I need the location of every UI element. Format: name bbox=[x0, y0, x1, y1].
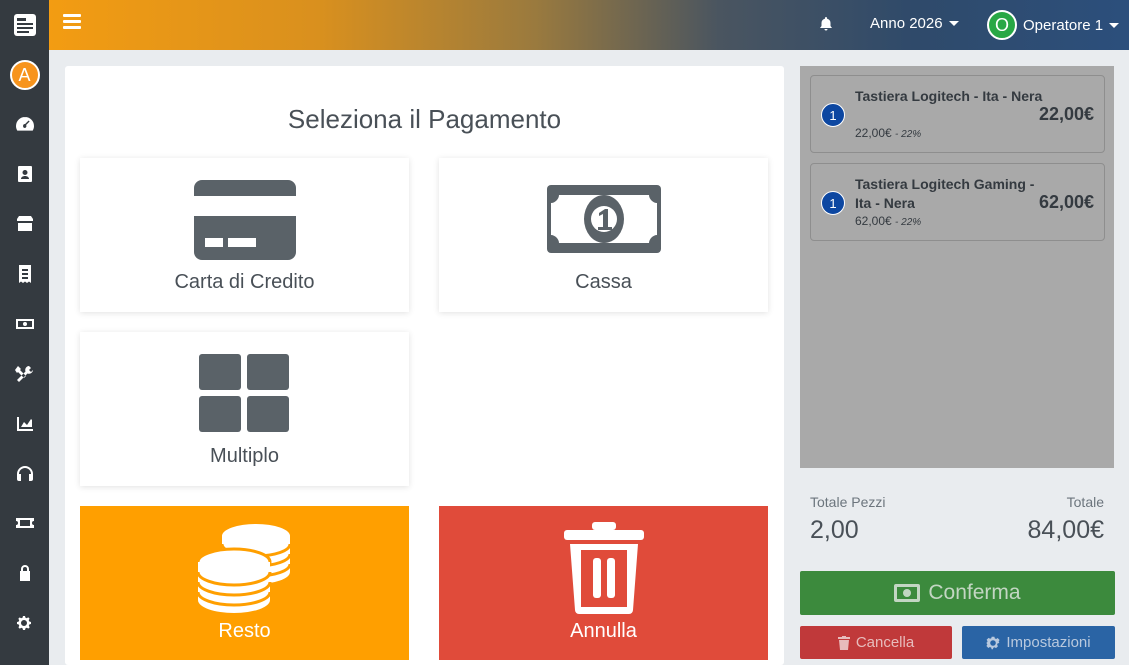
dashboard-icon[interactable] bbox=[0, 104, 49, 144]
item-vat: - 22% bbox=[895, 129, 922, 140]
payment-panel: Seleziona il Pagamento Carta di Credito … bbox=[65, 66, 784, 665]
item-name: Tastiera Logitech Gaming - Ita - Nera bbox=[855, 176, 1035, 211]
total-value: 84,00€ bbox=[1027, 516, 1104, 544]
user-avatar[interactable]: A bbox=[0, 55, 49, 95]
confirm-label: Conferma bbox=[928, 581, 1021, 604]
chart-icon[interactable] bbox=[0, 404, 49, 444]
item-total: 22,00€ bbox=[1038, 104, 1094, 124]
headset-icon[interactable] bbox=[0, 454, 49, 494]
trash-icon bbox=[837, 635, 850, 650]
store-icon[interactable] bbox=[0, 204, 49, 244]
total-label: Totale bbox=[1066, 494, 1104, 510]
money-icon[interactable] bbox=[0, 304, 49, 344]
year-label: Anno 2026 bbox=[870, 15, 943, 32]
sidebar: A bbox=[0, 0, 49, 665]
trash-icon bbox=[564, 522, 644, 614]
cancel-payment-label: Annulla bbox=[570, 620, 637, 642]
credit-card-icon bbox=[194, 180, 296, 260]
payment-cash[interactable]: Cassa bbox=[439, 158, 768, 312]
cancel-button[interactable]: Cancella bbox=[800, 626, 952, 659]
totals-panel: Totale Pezzi Totale 2,00 84,00€ bbox=[800, 484, 1114, 556]
payment-credit-card[interactable]: Carta di Credito bbox=[80, 158, 409, 312]
payment-label: Multiplo bbox=[210, 445, 279, 467]
gear-icon bbox=[986, 636, 1000, 649]
change-button[interactable]: Resto bbox=[80, 506, 409, 660]
total-pieces-value: 2,00 bbox=[810, 516, 859, 544]
year-dropdown[interactable]: Anno 2026 bbox=[870, 15, 959, 32]
item-total: 62,00€ bbox=[1038, 192, 1094, 212]
cart-item[interactable]: 1 Tastiera Logitech - Ita - Nera 22,00€ … bbox=[810, 75, 1105, 153]
payment-label: Cassa bbox=[575, 271, 632, 293]
total-pieces-label: Totale Pezzi bbox=[810, 494, 886, 510]
confirm-button[interactable]: Conferma bbox=[800, 571, 1115, 615]
chevron-down-icon bbox=[1109, 22, 1120, 28]
bell-icon[interactable] bbox=[818, 16, 836, 34]
receipt-icon[interactable] bbox=[0, 254, 49, 294]
settings-button[interactable]: Impostazioni bbox=[962, 626, 1115, 659]
item-vat: - 22% bbox=[895, 217, 922, 228]
page-title: Seleziona il Pagamento bbox=[287, 104, 562, 134]
item-price-line: 62,00€ - 22% bbox=[855, 214, 921, 228]
chevron-down-icon bbox=[948, 21, 959, 26]
settings-label: Impostazioni bbox=[1006, 634, 1091, 651]
quantity-badge: 1 bbox=[821, 103, 845, 127]
grid-icon bbox=[199, 354, 289, 432]
quantity-badge: 1 bbox=[821, 191, 845, 215]
payment-label: Carta di Credito bbox=[174, 271, 315, 293]
ticket-icon[interactable] bbox=[0, 503, 49, 543]
contacts-icon[interactable] bbox=[0, 154, 49, 194]
money-icon bbox=[894, 584, 921, 602]
operator-dropdown[interactable]: O Operatore 1 bbox=[987, 10, 1120, 40]
item-unit-price: 22,00€ bbox=[855, 126, 892, 140]
payment-multiple[interactable]: Multiplo bbox=[80, 332, 409, 486]
operator-avatar: O bbox=[987, 10, 1017, 40]
menu-toggle-icon[interactable] bbox=[63, 14, 81, 32]
avatar-initial: A bbox=[9, 60, 40, 90]
cancel-label: Cancella bbox=[855, 634, 915, 651]
cancel-payment-button[interactable]: Annulla bbox=[439, 506, 768, 660]
coins-icon bbox=[198, 524, 292, 613]
cash-icon bbox=[547, 185, 661, 253]
operator-label: Operatore 1 bbox=[1023, 16, 1104, 34]
lock-icon[interactable] bbox=[0, 553, 49, 593]
settings-icon[interactable] bbox=[0, 603, 49, 643]
item-price-line: 22,00€ - 22% bbox=[855, 126, 921, 140]
tools-icon[interactable] bbox=[0, 354, 49, 394]
item-name: Tastiera Logitech - Ita - Nera bbox=[855, 88, 1043, 104]
cart-item[interactable]: 1 Tastiera Logitech Gaming - Ita - Nera … bbox=[810, 163, 1105, 241]
top-bar: Anno 2026 O Operatore 1 bbox=[49, 0, 1129, 50]
item-unit-price: 62,00€ bbox=[855, 214, 892, 228]
logo-icon[interactable] bbox=[0, 5, 49, 45]
change-label: Resto bbox=[218, 620, 271, 642]
cart-panel: 1 Tastiera Logitech - Ita - Nera 22,00€ … bbox=[800, 66, 1114, 468]
